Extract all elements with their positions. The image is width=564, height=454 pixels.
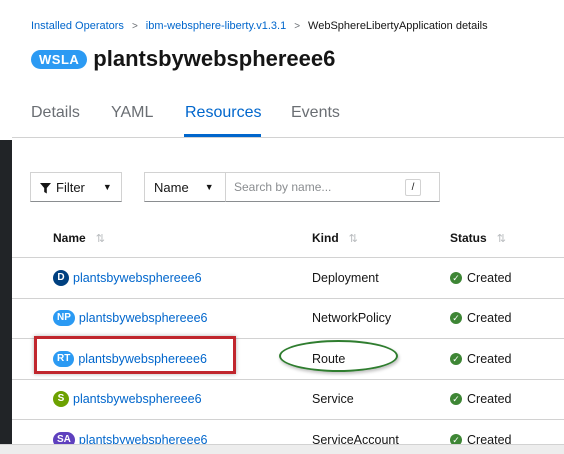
resource-status: ✓ Created (450, 380, 511, 420)
left-nav-dark (0, 140, 12, 444)
page-title: plantsbywebsphereee6 (93, 46, 336, 71)
check-circle-icon: ✓ (450, 271, 462, 284)
networkpolicy-badge: NP (53, 310, 75, 327)
breadcrumb-separator: > (131, 20, 138, 32)
breadcrumb-separator: > (294, 20, 301, 32)
column-header-status[interactable]: Status ⇅ (450, 231, 506, 245)
search-attribute-select[interactable]: Name ▼ (144, 172, 226, 202)
annotation-highlight-rectangle (34, 336, 236, 374)
table-row: D plantsbywebsphereee6 Deployment ✓ Creat… (12, 258, 564, 299)
resource-name-link[interactable]: plantsbywebsphereee6 (79, 311, 208, 325)
sort-icon: ⇅ (95, 232, 105, 245)
search-box: / (226, 172, 440, 202)
check-circle-icon: ✓ (450, 352, 462, 365)
sort-icon: ⇅ (496, 232, 506, 245)
breadcrumb: Installed Operators > ibm-websphere-libe… (31, 20, 488, 32)
column-header-kind[interactable]: Kind ⇅ (312, 231, 358, 245)
sort-icon: ⇅ (348, 232, 358, 245)
filter-dropdown-button[interactable]: Filter ▼ (30, 172, 122, 202)
title-row: WSLA plantsbywebsphereee6 (31, 46, 335, 72)
resource-kind: Deployment (312, 270, 379, 285)
resource-name-link[interactable]: plantsbywebsphereee6 (73, 271, 202, 285)
left-nav-strip (0, 0, 12, 454)
resource-kind-badge: WSLA (31, 49, 88, 69)
caret-down-icon: ▼ (204, 182, 214, 192)
resource-name-link[interactable]: plantsbywebsphereee6 (73, 392, 202, 406)
check-circle-icon: ✓ (450, 393, 462, 406)
breadcrumb-current: WebSphereLibertyApplication details (308, 20, 488, 32)
tab-yaml[interactable]: YAML (111, 104, 153, 122)
tab-bar: Details YAML Resources Events (12, 86, 564, 138)
check-circle-icon: ✓ (450, 312, 462, 325)
filter-icon (40, 182, 51, 193)
resource-status: ✓ Created (450, 339, 511, 379)
service-badge: S (53, 391, 69, 408)
caret-down-icon: ▼ (102, 182, 112, 192)
resource-kind: Service (312, 392, 354, 407)
resources-panel: Filter ▼ Name ▼ / Name⇅ Kind⇅ Status⇅ D (12, 139, 564, 449)
tab-events[interactable]: Events (291, 104, 340, 122)
breadcrumb-installed-operators[interactable]: Installed Operators (31, 20, 124, 32)
active-tab-indicator (184, 134, 261, 137)
resource-status: ✓ Created (450, 258, 511, 298)
resource-kind: NetworkPolicy (312, 311, 392, 326)
tab-resources[interactable]: Resources (185, 104, 261, 122)
table-header: Name ⇅ Kind ⇅ Status ⇅ (12, 218, 564, 258)
page-header: Installed Operators > ibm-websphere-libe… (12, 0, 564, 86)
breadcrumb-operator-version[interactable]: ibm-websphere-liberty.v1.3.1 (146, 20, 286, 32)
search-input[interactable] (234, 180, 404, 194)
resource-status: ✓ Created (450, 299, 511, 339)
deployment-badge: D (53, 269, 69, 286)
bottom-edge (0, 444, 564, 454)
annotation-highlight-ellipse (279, 340, 398, 372)
filter-label: Filter (56, 179, 85, 195)
keyboard-shortcut-hint: / (405, 179, 421, 196)
table-row: S plantsbywebsphereee6 Service ✓ Created (12, 380, 564, 420)
column-header-name[interactable]: Name ⇅ (53, 231, 105, 245)
table-row: NP plantsbywebsphereee6 NetworkPolicy ✓ C… (12, 299, 564, 339)
filter-toolbar: Filter ▼ Name ▼ / (30, 172, 440, 202)
tab-details[interactable]: Details (31, 104, 80, 122)
search-attribute-label: Name (154, 179, 189, 195)
